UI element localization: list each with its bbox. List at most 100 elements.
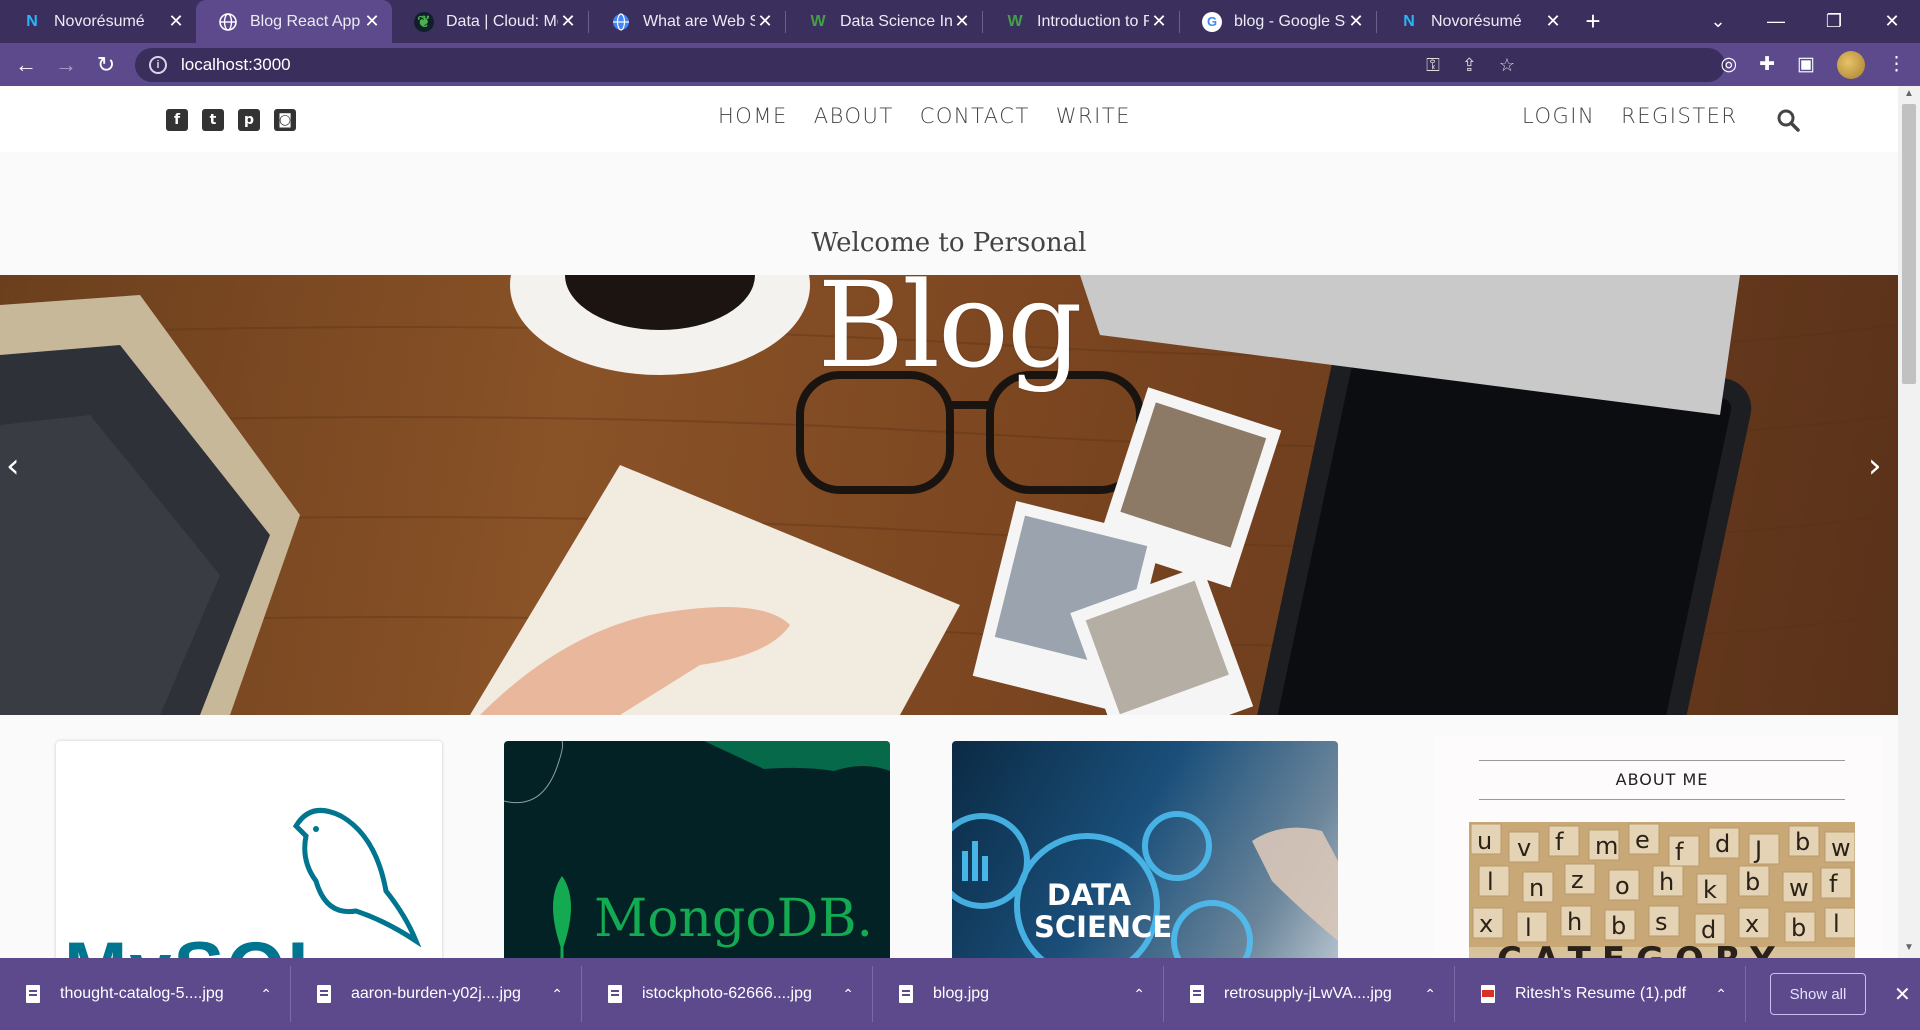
download-item[interactable]: thought-catalog-5....jpg ⌃: [0, 966, 291, 1022]
menu-dots-icon[interactable]: ⋮: [1887, 53, 1906, 76]
download-filename: blog.jpg: [933, 985, 990, 1002]
svg-text:u: u: [1477, 827, 1492, 855]
download-item[interactable]: blog.jpg ⌃: [873, 966, 1164, 1022]
close-icon[interactable]: ✕: [1346, 11, 1366, 32]
url-text: localhost:3000: [181, 55, 291, 74]
restore-button[interactable]: ❐: [1804, 0, 1864, 43]
tab-title: Novorésumé: [54, 12, 145, 30]
search-icon[interactable]: [1776, 108, 1800, 132]
mysql-logo-text: MySQL: [64, 926, 336, 958]
twitter-icon[interactable]: t: [202, 109, 224, 131]
nav-home[interactable]: HOME: [718, 104, 788, 128]
carousel-next-button[interactable]: ›: [1868, 446, 1882, 486]
hero-subtitle: Welcome to Personal: [811, 228, 1087, 258]
svg-text:f: f: [1829, 870, 1838, 898]
chevron-up-icon[interactable]: ⌃: [1715, 986, 1727, 1003]
nav-contact[interactable]: CONTACT: [920, 104, 1030, 128]
pinterest-icon[interactable]: p: [238, 109, 260, 131]
info-icon[interactable]: i: [149, 56, 167, 74]
login-link[interactable]: LOGIN: [1522, 104, 1595, 128]
key-icon[interactable]: ⚿: [1426, 55, 1440, 76]
tab-title: Introduction to R: [1037, 12, 1149, 30]
chevron-up-icon[interactable]: ⌃: [1424, 986, 1436, 1003]
file-icon: [1190, 985, 1204, 1003]
instagram-icon[interactable]: ◙: [274, 109, 296, 131]
close-icon[interactable]: ✕: [558, 11, 578, 32]
svg-text:v: v: [1517, 834, 1531, 862]
mongodb-leaf-icon: ❦: [414, 11, 434, 32]
close-icon[interactable]: ✕: [1543, 11, 1563, 32]
download-item[interactable]: retrosupply-jLwVA....jpg ⌃: [1164, 966, 1455, 1022]
social-links: f t p ◙: [166, 109, 296, 131]
puzzle-icon[interactable]: ✚: [1759, 53, 1775, 76]
share-icon[interactable]: ⇪: [1462, 55, 1477, 76]
close-icon[interactable]: ✕: [362, 11, 382, 32]
close-icon[interactable]: ✕: [755, 11, 775, 32]
chevron-up-icon[interactable]: ⌃: [260, 986, 272, 1003]
download-item[interactable]: Ritesh's Resume (1).pdf ⌃: [1455, 966, 1746, 1022]
minimize-button[interactable]: —: [1746, 0, 1806, 43]
scrollbar-thumb[interactable]: [1902, 104, 1916, 384]
main-nav: HOME ABOUT CONTACT WRITE: [718, 104, 1131, 128]
close-icon[interactable]: ✕: [1149, 11, 1169, 32]
new-tab-button[interactable]: +: [1573, 0, 1613, 43]
chevron-up-icon[interactable]: ⌃: [1133, 986, 1145, 1003]
svg-text:b: b: [1745, 868, 1760, 896]
scroll-up-icon[interactable]: ▲: [1898, 88, 1920, 99]
download-item[interactable]: aaron-burden-y02j....jpg ⌃: [291, 966, 582, 1022]
star-icon[interactable]: ☆: [1499, 55, 1515, 76]
back-arrow-icon[interactable]: ←: [6, 45, 46, 85]
mongodb-logo-text: MongoDB.: [594, 889, 874, 949]
tab[interactable]: W Introduction to R ✕: [983, 0, 1179, 43]
tab-active[interactable]: Blog React App ✕: [196, 0, 392, 43]
svg-text:b: b: [1791, 914, 1806, 942]
register-link[interactable]: REGISTER: [1621, 104, 1737, 128]
svg-text:J: J: [1753, 836, 1762, 864]
globe-icon: [218, 12, 238, 32]
nav-about[interactable]: ABOUT: [814, 104, 894, 128]
tab-title: What are Web Se: [643, 12, 755, 30]
novoresume-icon: N: [26, 12, 38, 30]
tab[interactable]: N Novorésumé ✕: [1377, 0, 1573, 43]
reload-icon[interactable]: ↻: [86, 45, 126, 85]
window-close-button[interactable]: ✕: [1862, 0, 1920, 43]
svg-text:l: l: [1525, 914, 1532, 942]
svg-text:d: d: [1715, 830, 1730, 858]
svg-text:b: b: [1611, 912, 1626, 940]
nav-write[interactable]: WRITE: [1056, 104, 1131, 128]
side-panel-icon[interactable]: ▣: [1797, 53, 1815, 76]
tab[interactable]: G blog - Google Se ✕: [1180, 0, 1376, 43]
tab[interactable]: ❦ Data | Cloud: Mo ✕: [392, 0, 588, 43]
forward-arrow-icon[interactable]: →: [46, 45, 86, 85]
tab-strip: N Novorésumé ✕ Blog React App ✕ ❦ Data |…: [0, 0, 1920, 43]
post-card-data-science[interactable]: DATA SCIENCE: [952, 741, 1338, 958]
close-icon[interactable]: ✕: [166, 11, 186, 32]
tab-title: Data Science Intr: [840, 12, 952, 30]
post-card-mysql[interactable]: MySQL: [56, 741, 442, 958]
show-all-downloads-button[interactable]: Show all: [1770, 973, 1866, 1015]
tab[interactable]: W Data Science Intr ✕: [786, 0, 982, 43]
download-filename: thought-catalog-5....jpg: [60, 985, 224, 1002]
close-downloads-icon[interactable]: ✕: [1894, 982, 1911, 1007]
post-card-mongodb[interactable]: MongoDB.: [504, 741, 890, 958]
svg-text:e: e: [1635, 826, 1650, 854]
tab[interactable]: N Novorésumé ✕: [0, 0, 196, 43]
carousel-prev-button[interactable]: ‹: [6, 446, 20, 486]
chevron-up-icon[interactable]: ⌃: [842, 986, 854, 1003]
close-icon[interactable]: ✕: [952, 11, 972, 32]
profile-avatar[interactable]: [1837, 50, 1865, 79]
download-item[interactable]: istockphoto-62666....jpg ⌃: [582, 966, 873, 1022]
extension-target-icon[interactable]: ◎: [1721, 53, 1738, 76]
tab-search-chevron-icon[interactable]: ⌄: [1688, 0, 1748, 43]
tab[interactable]: What are Web Se ✕: [589, 0, 785, 43]
svg-text:x: x: [1479, 910, 1493, 938]
svg-text:l: l: [1833, 910, 1840, 938]
sidebar-about: ABOUT ME uvfmefdJbw lnzohkbwf xlhbsdxbl …: [1433, 736, 1881, 958]
facebook-icon[interactable]: f: [166, 109, 188, 131]
toolbar: ← → ↻ i localhost:3000 ⚿ ⇪ ☆: [0, 43, 1920, 86]
address-bar[interactable]: i localhost:3000 ⚿ ⇪ ☆: [135, 48, 1725, 82]
chevron-up-icon[interactable]: ⌃: [551, 986, 563, 1003]
page-scrollbar[interactable]: ▲ ▼: [1898, 86, 1920, 958]
scroll-down-icon[interactable]: ▼: [1898, 942, 1920, 953]
w3-icon: W: [810, 12, 826, 30]
